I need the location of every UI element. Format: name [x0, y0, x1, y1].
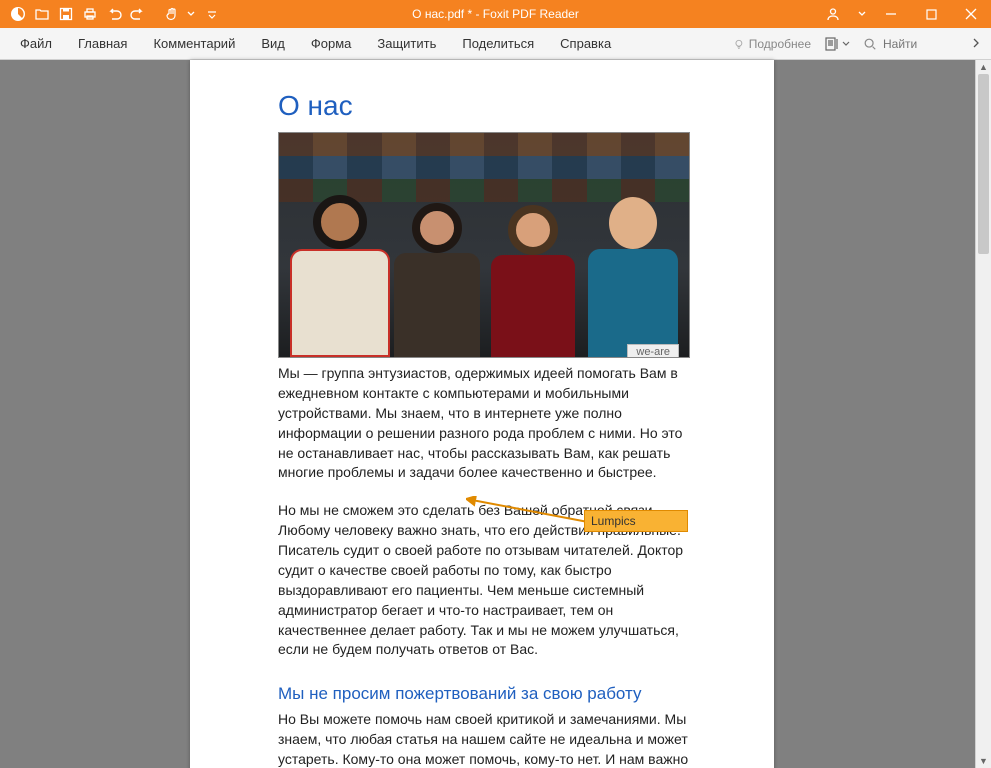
close-button[interactable]	[951, 0, 991, 28]
menu-help[interactable]: Справка	[548, 31, 623, 56]
print-icon[interactable]	[80, 4, 100, 24]
search-icon	[863, 37, 877, 51]
find-input[interactable]	[883, 37, 953, 51]
app-logo-icon	[8, 4, 28, 24]
qat-customize-icon[interactable]	[206, 4, 218, 24]
doc-heading: О нас	[278, 90, 690, 122]
scroll-down-icon[interactable]: ▼	[976, 754, 991, 768]
minimize-button[interactable]	[871, 0, 911, 28]
doc-paragraph-3: Но Вы можете помочь нам своей критикой и…	[278, 710, 690, 768]
pdf-page: О нас we-are Мы — группа энтузиастов, од…	[190, 60, 774, 768]
page-mode-icon	[824, 37, 840, 51]
bulb-icon	[733, 37, 745, 51]
annotation-label: Lumpics	[591, 514, 636, 528]
hand-tool-icon[interactable]	[162, 4, 182, 24]
tell-me-placeholder: Подробнее	[749, 37, 811, 51]
reading-mode-toggle[interactable]	[819, 34, 855, 54]
menu-form[interactable]: Форма	[299, 31, 364, 56]
ribbon-tabs: Файл Главная Комментарий Вид Форма Защит…	[0, 28, 991, 60]
undo-icon[interactable]	[104, 4, 124, 24]
image-alt-tag: we-are	[627, 344, 679, 358]
open-file-icon[interactable]	[32, 4, 52, 24]
title-bar: О нас.pdf * - Foxit PDF Reader	[0, 0, 991, 28]
menu-view[interactable]: Вид	[249, 31, 297, 56]
chevron-down-icon	[842, 40, 850, 48]
scroll-up-icon[interactable]: ▲	[976, 60, 991, 74]
annotation-callout[interactable]: Lumpics	[584, 510, 688, 532]
quick-access-toolbar	[0, 4, 218, 24]
menubar-overflow-icon[interactable]	[969, 36, 983, 51]
document-viewport[interactable]: О нас we-are Мы — группа энтузиастов, од…	[0, 60, 991, 768]
doc-paragraph-1: Мы — группа энтузиастов, одержимых идеей…	[278, 364, 690, 483]
menu-file[interactable]: Файл	[8, 31, 64, 56]
hero-image: we-are	[278, 132, 690, 358]
vertical-scrollbar[interactable]: ▲ ▼	[975, 60, 991, 768]
redo-icon[interactable]	[128, 4, 148, 24]
save-icon[interactable]	[56, 4, 76, 24]
scroll-thumb[interactable]	[978, 74, 989, 254]
menu-comment[interactable]: Комментарий	[141, 31, 247, 56]
window-controls	[813, 0, 991, 28]
find-box[interactable]	[857, 35, 967, 53]
menu-home[interactable]: Главная	[66, 31, 139, 56]
user-account-icon[interactable]	[813, 0, 853, 28]
window-title: О нас.pdf * - Foxit PDF Reader	[412, 7, 579, 21]
doc-subheading: Мы не просим пожертвований за свою работ…	[278, 684, 690, 704]
maximize-button[interactable]	[911, 0, 951, 28]
menu-share[interactable]: Поделиться	[450, 31, 546, 56]
options-dropdown-icon[interactable]	[853, 0, 871, 28]
hand-tool-dropdown-icon[interactable]	[186, 4, 196, 24]
tell-me-search[interactable]: Подробнее	[727, 37, 817, 51]
menu-protect[interactable]: Защитить	[365, 31, 448, 56]
